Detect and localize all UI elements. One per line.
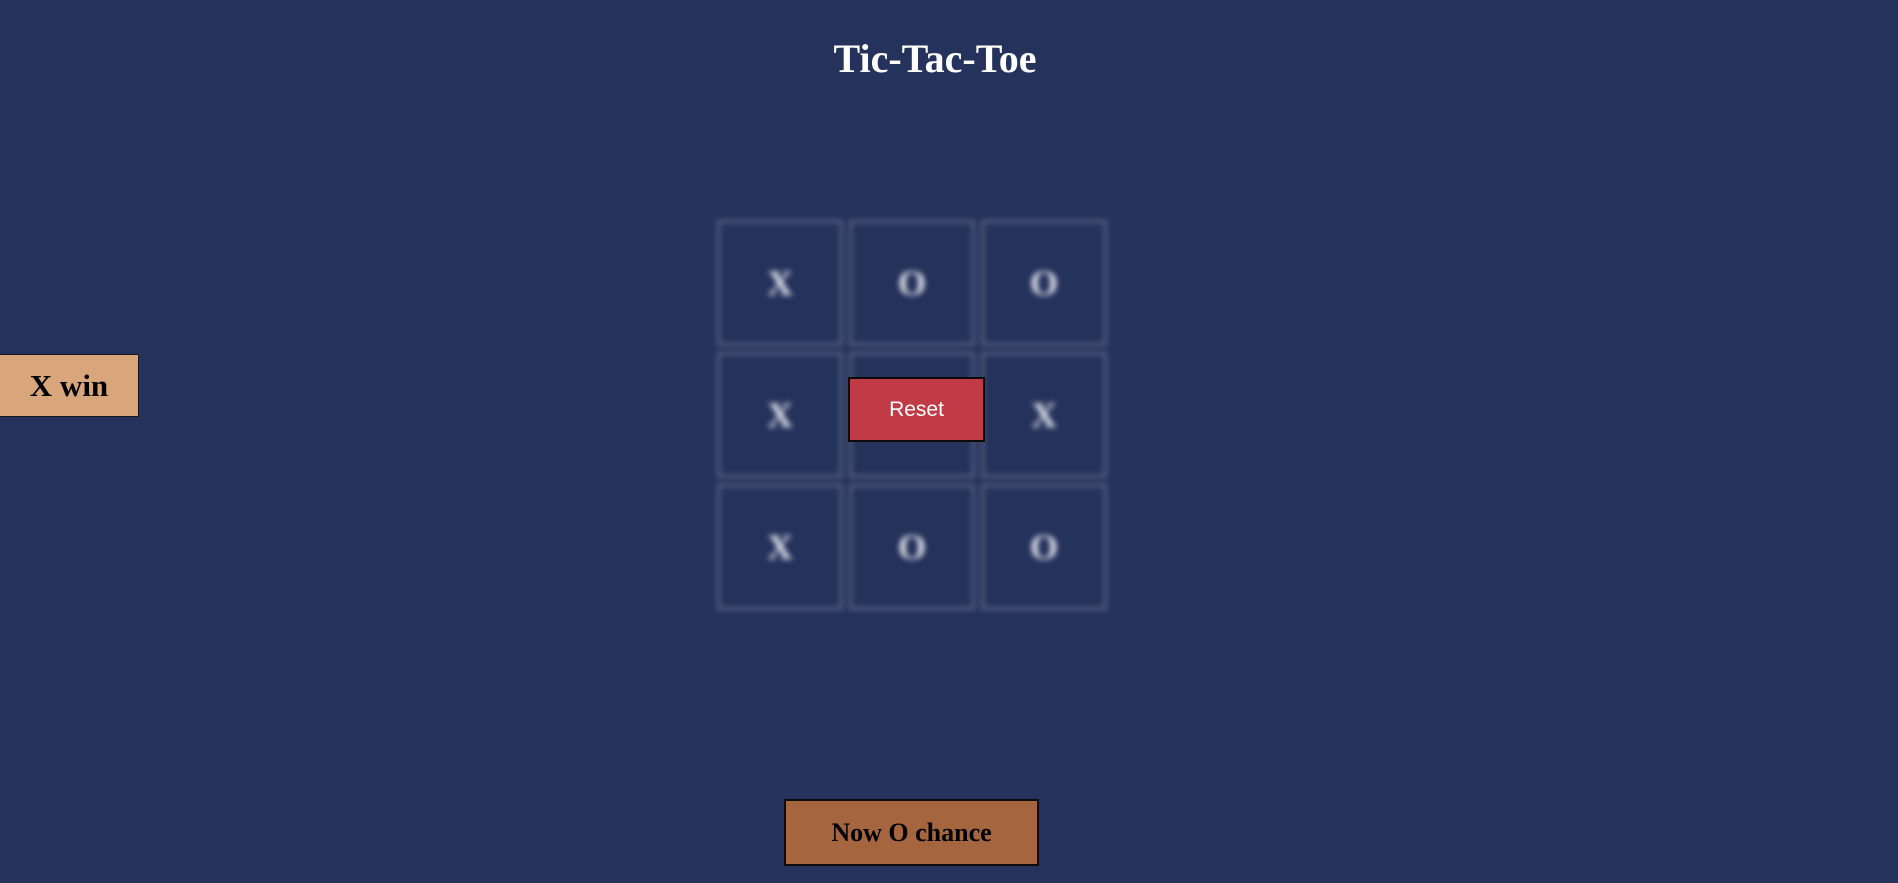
board-cell[interactable]: O xyxy=(981,220,1107,346)
page-title: Tic-Tac-Toe xyxy=(833,36,1037,81)
board-cell[interactable]: O xyxy=(981,484,1107,610)
board-cell[interactable]: X xyxy=(717,484,843,610)
reset-button[interactable]: Reset xyxy=(848,377,985,442)
board-cell[interactable]: X xyxy=(717,352,843,478)
board-cell[interactable]: X xyxy=(717,220,843,346)
win-message: X win xyxy=(0,354,139,417)
board-cell[interactable]: O xyxy=(849,484,975,610)
turn-indicator: Now O chance xyxy=(784,799,1039,866)
board-cell[interactable]: O xyxy=(849,220,975,346)
board-cell[interactable]: X xyxy=(981,352,1107,478)
